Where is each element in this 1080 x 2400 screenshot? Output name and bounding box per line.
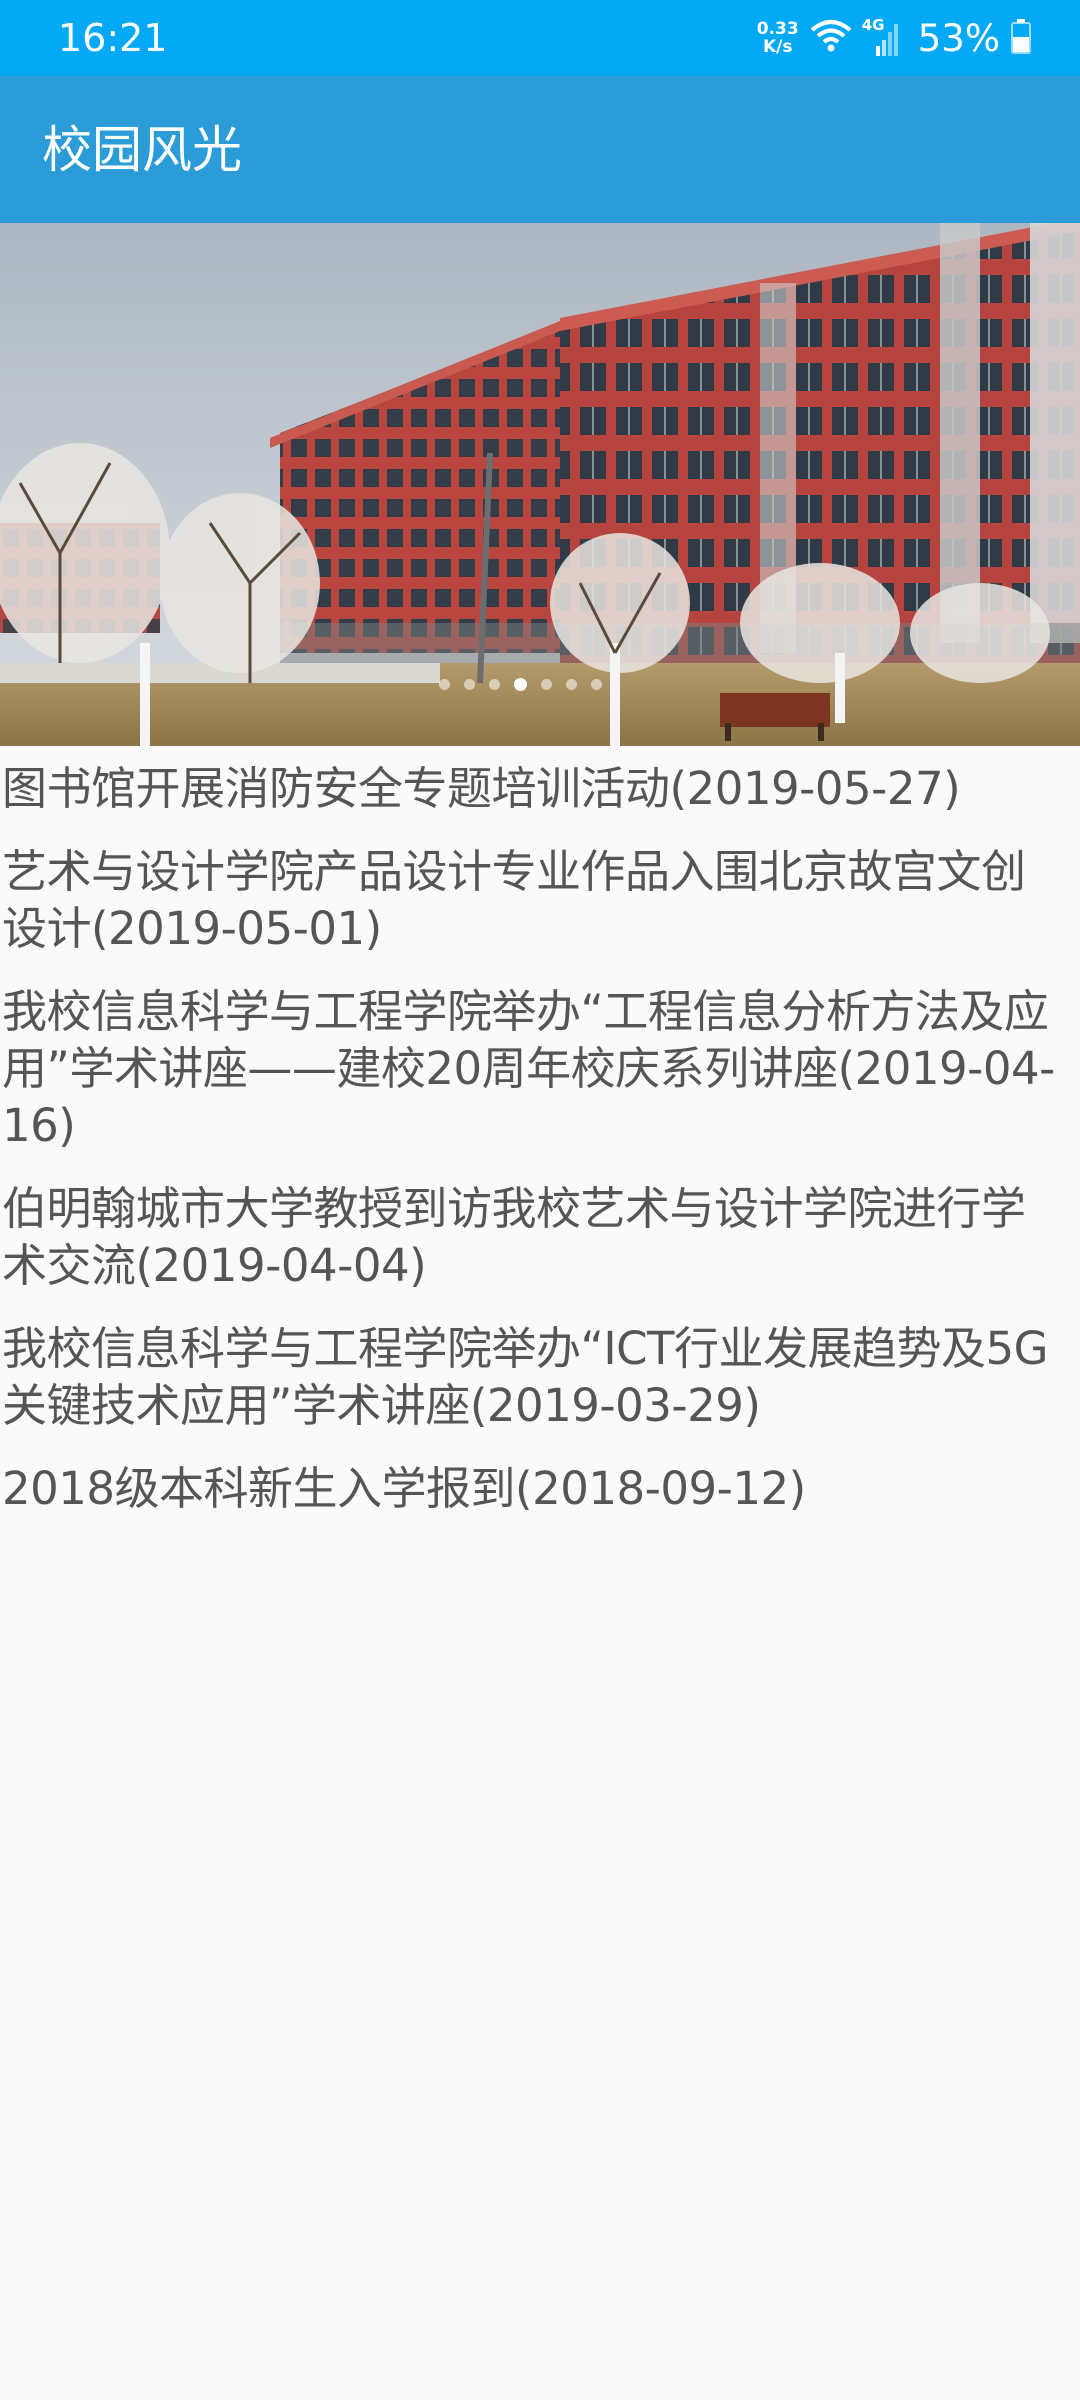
cellular-signal-icon: 4G	[862, 16, 902, 58]
carousel-dot[interactable]	[463, 679, 475, 690]
news-list: 图书馆开展消防安全专题培训活动(2019-05-27) 艺术与设计学院产品设计专业…	[0, 760, 1080, 1543]
battery-percent: 53%	[917, 16, 1000, 60]
carousel-dot[interactable]	[590, 679, 602, 690]
banner-carousel[interactable]	[0, 223, 1080, 746]
news-item[interactable]: 伯明翰城市大学教授到访我校艺术与设计学院进行学术交流(2019-04-04)	[0, 1180, 1062, 1294]
network-speed: 0.33 K/s	[756, 20, 800, 56]
status-bar: 16:21 0.33 K/s 4G 53%	[0, 0, 1080, 76]
news-item[interactable]: 2018级本科新生入学报到(2018-09-12)	[0, 1460, 1062, 1517]
news-item[interactable]: 我校信息科学与工程学院举办“工程信息分析方法及应用”学术讲座——建校20周年校庆…	[0, 983, 1062, 1154]
status-icons: 0.33 K/s 4G 53%	[756, 12, 1032, 64]
carousel-dot[interactable]	[565, 679, 577, 690]
news-item[interactable]: 我校信息科学与工程学院举办“ICT行业发展趋势及5G关键技术应用”学术讲座(20…	[0, 1320, 1062, 1434]
app-bar: 校园风光	[0, 76, 1080, 223]
carousel-dot[interactable]	[513, 678, 527, 691]
battery-icon	[1010, 18, 1032, 58]
carousel-dot[interactable]	[488, 679, 500, 690]
network-speed-unit: K/s	[762, 37, 793, 57]
campus-building-photo	[0, 223, 1080, 746]
status-time: 16:21	[58, 16, 168, 60]
network-speed-value: 0.33	[756, 19, 799, 39]
page-title: 校园风光	[42, 121, 242, 179]
news-item[interactable]: 图书馆开展消防安全专题培训活动(2019-05-27)	[0, 760, 1062, 817]
carousel-dot[interactable]	[438, 679, 450, 690]
wifi-icon	[810, 18, 852, 58]
news-item[interactable]: 艺术与设计学院产品设计专业作品入围北京故宫文创设计(2019-05-01)	[0, 843, 1062, 957]
carousel-dot[interactable]	[540, 679, 552, 690]
carousel-indicator	[0, 678, 1060, 691]
